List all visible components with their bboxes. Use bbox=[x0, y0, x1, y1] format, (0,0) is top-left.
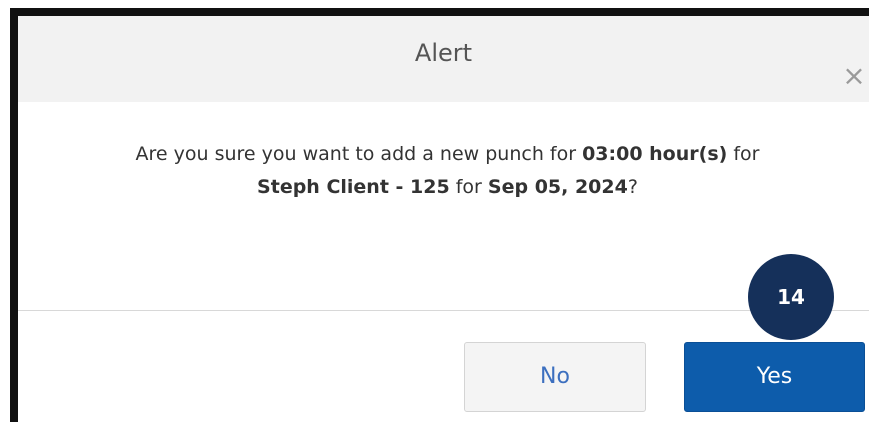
dialog-header: Alert × bbox=[18, 16, 869, 102]
message-mid2: for bbox=[449, 176, 488, 198]
message-suffix: ? bbox=[627, 176, 638, 198]
screen: Alert × Are you sure you want to add a n… bbox=[0, 0, 869, 422]
message-client: Steph Client - 125 bbox=[257, 176, 450, 198]
alert-dialog: Alert × Are you sure you want to add a n… bbox=[10, 8, 869, 422]
step-number-badge: 14 bbox=[748, 254, 834, 340]
no-button[interactable]: No bbox=[464, 342, 646, 412]
yes-button[interactable]: Yes bbox=[684, 342, 865, 412]
footer-divider bbox=[18, 310, 869, 311]
message-hours: 03:00 hour(s) bbox=[582, 143, 728, 165]
message-prefix: Are you sure you want to add a new punch… bbox=[135, 143, 583, 165]
close-icon[interactable]: × bbox=[840, 62, 868, 90]
dialog-body: Are you sure you want to add a new punch… bbox=[18, 102, 869, 310]
message-date: Sep 05, 2024 bbox=[487, 176, 628, 198]
confirmation-message: Are you sure you want to add a new punch… bbox=[40, 138, 855, 204]
dialog-title: Alert bbox=[414, 39, 473, 67]
message-mid1: for bbox=[727, 143, 760, 165]
